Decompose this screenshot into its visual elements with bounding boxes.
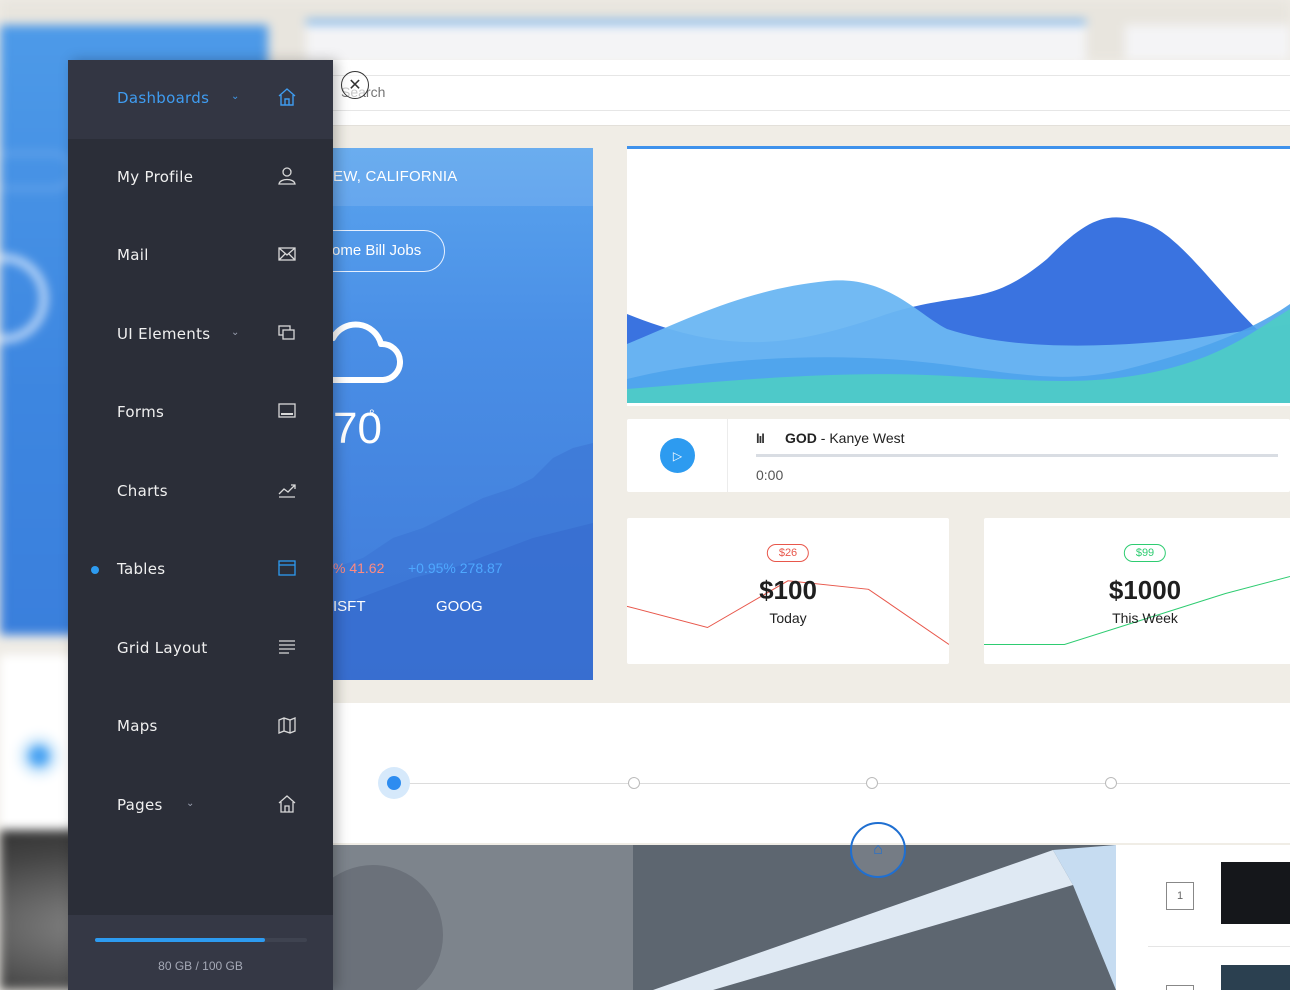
- track-progress-bar[interactable]: [756, 454, 1278, 457]
- search-input[interactable]: [339, 83, 643, 101]
- photo: [333, 845, 1116, 990]
- message-icon: ⌂: [873, 841, 883, 858]
- sidebar-item-pages[interactable]: Pages ⌄: [68, 767, 333, 845]
- sidebar-item-label: Charts: [117, 482, 168, 500]
- weather-card: EW, CALIFORNIA ome Bill Jobs 70 ° % 41.6…: [333, 148, 593, 680]
- sidebar-item-tables[interactable]: Tables: [68, 531, 333, 609]
- sidebar-item-label: Tables: [117, 560, 166, 578]
- bg-circle: [0, 255, 47, 342]
- stat-amount: $1000: [1108, 575, 1182, 605]
- user-icon: [278, 167, 296, 185]
- storage-progress-fill: [95, 938, 265, 942]
- temperature: 70: [333, 404, 382, 453]
- chevron-down-icon: ⌄: [186, 798, 195, 809]
- lines-icon: [279, 640, 295, 654]
- stock-change-msft: % 41.62: [333, 560, 385, 576]
- play-button[interactable]: ▷: [660, 438, 695, 473]
- timeline-section: [333, 703, 1290, 843]
- bg-dot: [28, 745, 50, 767]
- song-title: GOD: [785, 430, 817, 446]
- trend-icon: [278, 484, 296, 498]
- sidebar-item-maps[interactable]: Maps: [68, 688, 333, 766]
- sidebar-item-label: Forms: [117, 403, 165, 421]
- list-item-number[interactable]: [1166, 985, 1194, 990]
- sidebar-item-label: My Profile: [117, 168, 194, 186]
- chevron-down-icon: ⌄: [231, 91, 240, 102]
- photo-scene: [333, 845, 1116, 990]
- cloud-icon: [333, 321, 403, 383]
- song-artist: Kanye West: [829, 430, 905, 446]
- close-button[interactable]: ✕: [341, 71, 369, 99]
- copy-icon: [278, 325, 295, 340]
- list-item-number[interactable]: 1: [1166, 882, 1194, 910]
- sidebar-item-grid-layout[interactable]: Grid Layout: [68, 610, 333, 688]
- bg-topbar: [306, 20, 1086, 64]
- wave-chart: [627, 217, 1290, 403]
- table-icon: [278, 560, 296, 576]
- song-separator: -: [816, 430, 830, 446]
- form-icon: [278, 403, 296, 418]
- music-player: ▷ lıl GOD - Kanye West 0:00: [627, 419, 1290, 492]
- stat-card-today: $26 $100 Today: [627, 518, 949, 664]
- search-bar: [333, 60, 1290, 126]
- stock-symbol-msft: ISFT: [333, 598, 366, 615]
- weather-location: EW, CALIFORNIA: [333, 168, 458, 185]
- stat-badge: $26: [766, 544, 810, 562]
- timeline-step-active[interactable]: [378, 767, 410, 799]
- stat-label: Today: [769, 610, 807, 626]
- active-bullet: [91, 566, 99, 574]
- sidebar-item-ui-elements[interactable]: UI Elements ⌄: [68, 296, 333, 374]
- sidebar-item-label: Pages: [117, 796, 163, 814]
- map-icon: [278, 717, 296, 734]
- player-divider: [727, 419, 728, 492]
- play-icon: ▷: [672, 448, 683, 463]
- list-item-thumbnail[interactable]: [1221, 862, 1290, 924]
- storage-footer: 80 GB / 100 GB: [68, 915, 333, 990]
- message-button[interactable]: ⌂: [850, 822, 906, 878]
- stat-card-week: $99 $1000 This Week: [984, 518, 1290, 664]
- track-time: 0:00: [756, 467, 784, 483]
- sidebar-item-mail[interactable]: Mail: [68, 217, 333, 295]
- main-content: EW, CALIFORNIA ome Bill Jobs 70 ° % 41.6…: [333, 60, 1290, 990]
- list-panel: 1: [1116, 845, 1290, 990]
- sidebar-item-my-profile[interactable]: My Profile: [68, 139, 333, 217]
- bg-pill: [0, 153, 72, 189]
- home-icon: [278, 88, 296, 106]
- sidebar-item-dashboards[interactable]: Dashboards ⌄: [68, 60, 333, 138]
- sidebar-item-label: Dashboards: [117, 89, 210, 107]
- home-outline-icon: [278, 795, 296, 813]
- storage-text: 80 GB / 100 GB: [158, 959, 243, 973]
- forest-silhouette: [333, 443, 593, 680]
- timeline-line: [395, 783, 1290, 784]
- stat-label: This Week: [1112, 610, 1178, 626]
- timeline-step[interactable]: [628, 777, 640, 789]
- equalizer-icon: lıl: [756, 431, 765, 446]
- list-item-thumbnail[interactable]: [1221, 965, 1290, 990]
- chevron-down-icon: ⌄: [231, 327, 240, 338]
- search-field: [333, 75, 1290, 111]
- mail-icon: [278, 247, 296, 261]
- sidebar-item-charts[interactable]: Charts: [68, 453, 333, 531]
- storage-progress-bar: [95, 938, 307, 942]
- sidebar-item-label: UI Elements: [117, 325, 211, 343]
- sidebar: Dashboards ⌄ My Profile Mail UI Elements…: [68, 60, 333, 990]
- bg-topbar-secondary: [1125, 25, 1290, 60]
- sidebar-item-label: Mail: [117, 246, 149, 264]
- close-icon: ✕: [348, 77, 362, 94]
- stat-amount: $100: [759, 575, 817, 605]
- degree-symbol: °: [369, 406, 375, 422]
- wave-chart-card: [627, 146, 1290, 406]
- sidebar-item-forms[interactable]: Forms: [68, 374, 333, 452]
- stat-badge: $99: [1123, 544, 1167, 562]
- weather-pill-button[interactable]: ome Bill Jobs: [333, 230, 445, 272]
- timeline-step[interactable]: [1105, 777, 1117, 789]
- stock-symbol-goog: GOOG: [436, 598, 483, 615]
- sidebar-item-label: Maps: [117, 717, 158, 735]
- list-divider: [1148, 946, 1290, 947]
- stock-change-goog: +0.95% 278.87: [408, 560, 503, 576]
- song-info: GOD - Kanye West: [785, 430, 905, 446]
- sidebar-item-label: Grid Layout: [117, 639, 208, 657]
- timeline-step[interactable]: [866, 777, 878, 789]
